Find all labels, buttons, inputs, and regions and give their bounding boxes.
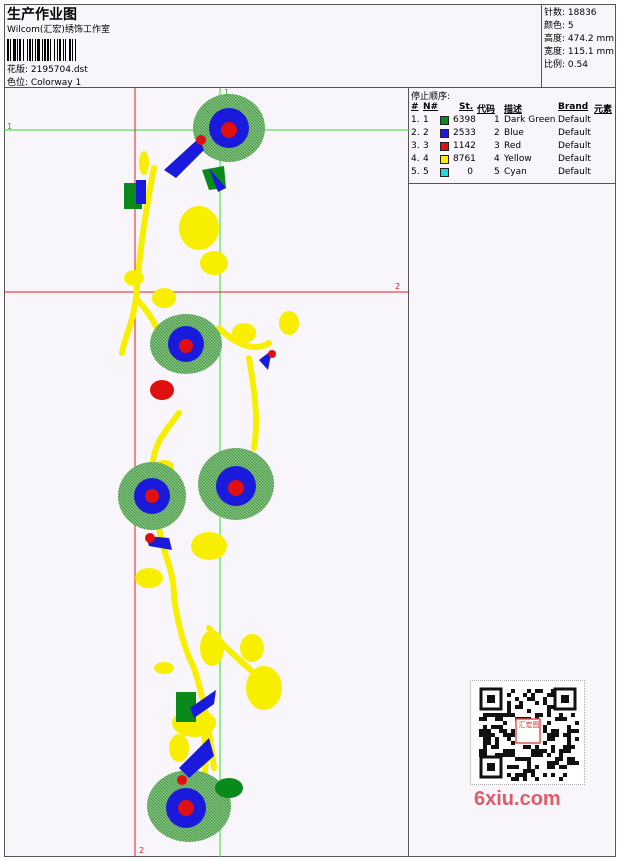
stop-num: 2. [411,128,420,138]
color-description: Cyan [504,167,527,177]
stitch-count: 针数: 18836 [544,8,597,18]
col-header-brand: Brand [558,102,589,112]
stitch-count-cell: 0 [467,167,473,177]
color-count: 颜色: 5 [544,21,574,31]
studio-name: Wilcom(汇宏)绣饰工作室 [7,25,110,35]
stop-sequence-title: 停止顺序: [411,92,451,102]
design-file-label: 花版: 2195704.dst [7,65,88,75]
stop-num: 4. [411,154,420,164]
col-header-description: 描述 [504,105,523,115]
color-swatch [440,168,449,177]
needle-number: 4 [423,154,429,164]
thread-brand: Default [558,128,591,138]
thread-brand: Default [558,167,591,177]
stop-row: 4. 4 8761 4 Yellow Default [409,154,616,167]
stop-row: 3. 3 1142 3 Red Default [409,141,616,154]
color-swatch [440,155,449,164]
color-swatch [440,129,449,138]
needle-number: 3 [423,141,429,151]
stitch-count-cell: 6398 [453,115,476,125]
guide-label-red-bottom: 2 [139,846,145,855]
color-code: 2 [494,128,500,138]
thread-brand: Default [558,141,591,151]
stitch-count-cell: 1142 [453,141,476,151]
color-swatch [440,116,449,125]
barcode-graphic [7,39,76,61]
flower-bottom [147,770,231,842]
stop-row: 5. 5 0 5 Cyan Default [409,167,616,180]
qr-code-graphic [479,687,579,781]
needle-number: 2 [423,128,429,138]
design-scale: 比例: 0.54 [544,60,588,70]
design-width: 宽度: 115.1 mm [544,47,615,57]
header-info: 生产作业图 Wilcom(汇宏)绣饰工作室 花版: 2195704.dst 色位… [4,4,542,88]
stop-num: 3. [411,141,420,151]
stitch-count-cell: 8761 [453,154,476,164]
stop-sequence-panel: 停止顺序: # N# St. 代码 描述 Brand 元素 1. 1 6398 1 Da… [409,88,616,184]
design-stats: 针数: 18836 颜色: 5 高度: 474.2 mm 宽度: 115.1 m… [542,4,616,88]
needle-number: 1 [423,115,429,125]
qr-center-stamp: 汇宏图 [518,721,540,729]
guide-label-green-left: 1 [7,122,13,131]
col-header-element: 元素 [594,105,613,115]
col-header-needle: N# [423,102,439,112]
flower-upper-middle [150,314,222,374]
guide-label-green-top: 1 [224,88,230,97]
col-header-num: # [411,102,419,112]
stop-row: 2. 2 2533 2 Blue Default [409,128,616,141]
site-watermark: 6xiu.com [474,788,561,810]
embroidery-design-graphic [4,88,409,857]
color-description: Dark Green [504,115,556,125]
color-code: 3 [494,141,500,151]
stitch-count-cell: 2533 [453,128,476,138]
col-header-stitches: St. [459,102,474,112]
colorway-label: 色位: Colorway 1 [7,78,82,88]
col-header-code: 代码 [477,105,496,115]
flower-top [193,94,265,162]
stop-num: 5. [411,167,420,177]
guide-label-red-right: 2 [395,282,401,291]
design-height: 高度: 474.2 mm [544,34,615,44]
stop-num: 1. [411,115,420,125]
color-description: Yellow [504,154,532,164]
flower-right-middle [198,448,274,520]
thread-brand: Default [558,154,591,164]
needle-number: 5 [423,167,429,177]
color-code: 4 [494,154,500,164]
color-description: Blue [504,128,524,138]
color-description: Red [504,141,522,151]
flower-left-middle [118,462,186,530]
thread-brand: Default [558,115,591,125]
color-code: 5 [494,167,500,177]
embroidery-preview: 1 1 2 2 [4,88,409,857]
qr-code: 汇宏图 [470,680,585,785]
color-swatch [440,142,449,151]
sheet-title: 生产作业图 [7,7,77,23]
stop-row: 1. 1 6398 1 Dark Green Default [409,115,616,128]
color-code: 1 [494,115,500,125]
